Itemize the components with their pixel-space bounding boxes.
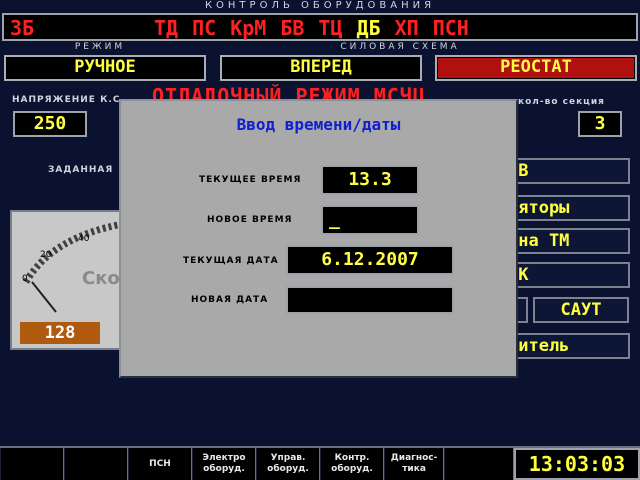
- gauge-title: Ско: [82, 268, 120, 289]
- bottom-spacer: [444, 448, 514, 480]
- bottom-bar: ПСН Электро оборуд. Управ. оборуд. Контр…: [0, 446, 640, 480]
- new-date-input[interactable]: [286, 286, 454, 314]
- indicator-list: ТД ПС КрМ БВ ТЦ ДБ ХП ПСН: [154, 16, 574, 40]
- bottom-button-psn[interactable]: ПСН: [128, 448, 192, 480]
- bottom-button-control[interactable]: Управ. оборуд.: [256, 448, 320, 480]
- speed-gauge: 0 20 40 Ско 128: [10, 210, 125, 350]
- indicator-hp: ХП: [394, 16, 419, 40]
- new-time-label: НОВОЕ ВРЕМЯ: [207, 215, 293, 225]
- current-date-value: 6.12.2007: [286, 245, 454, 275]
- system-clock: 13:03:03: [513, 448, 640, 480]
- indicator-psn: ПСН: [432, 16, 469, 40]
- side-button-driver[interactable]: дитель: [500, 333, 630, 359]
- sections-label: кол-во секция: [518, 97, 605, 107]
- bottom-button-diagnostics[interactable]: Диагнос- тика: [384, 448, 445, 480]
- dialog-title: Ввод времени/даты: [236, 115, 401, 134]
- current-date-label: ТЕКУЩАЯ ДАТА: [183, 256, 279, 266]
- mode-caption: РЕЖИМ: [74, 42, 126, 52]
- voltage-label: НАПРЯЖЕНИЕ К.С: [12, 95, 121, 105]
- side-button-pk[interactable]: ПК: [500, 262, 630, 288]
- gauge-readout: 128: [20, 322, 100, 344]
- bottom-button-electro[interactable]: Электро оборуд.: [192, 448, 256, 480]
- new-date-label: НОВАЯ ДАТА: [191, 295, 269, 305]
- status-code: ЗБ: [10, 16, 35, 40]
- datetime-dialog: Ввод времени/даты ТЕКУЩЕЕ ВРЕМЯ 13.3 НОВ…: [119, 99, 518, 378]
- power-scheme-caption: СИЛОВАЯ СХЕМА: [340, 42, 460, 52]
- side-button-tm[interactable]: ена ТМ: [500, 228, 630, 254]
- current-time-value: 13.3: [321, 165, 419, 195]
- direction-button[interactable]: ВПЕРЕД: [220, 55, 422, 81]
- gauge-tick-20: 20: [40, 250, 52, 260]
- bottom-button-1[interactable]: [0, 448, 64, 480]
- indicator-ps: ПС: [192, 16, 217, 40]
- bottom-button-monitor[interactable]: Контр. оборуд.: [320, 448, 384, 480]
- new-time-input[interactable]: _: [321, 205, 419, 235]
- mode-button[interactable]: РУЧНОЕ: [4, 55, 206, 81]
- voltage-value: 250: [13, 111, 87, 137]
- sections-value: 3: [578, 111, 622, 137]
- indicator-td: ТД: [154, 16, 179, 40]
- header-title: КОНТРОЛЬ ОБОРУДОВАНИЯ: [204, 0, 436, 11]
- indicator-db: ДБ: [356, 16, 381, 40]
- indicator-tc: ТЦ: [318, 16, 343, 40]
- current-time-label: ТЕКУЩЕЕ ВРЕМЯ: [199, 175, 302, 185]
- gauge-tick-0: 0: [22, 274, 28, 284]
- indicator-krm: КрМ: [230, 16, 267, 40]
- gauge-tick-40: 40: [78, 234, 90, 244]
- side-button-bv[interactable]: БВ: [500, 158, 630, 184]
- indicator-bv: БВ: [280, 16, 305, 40]
- side-button-regulators[interactable]: ляторы: [500, 195, 630, 221]
- gauge-dial: [22, 220, 123, 313]
- set-label: ЗАДАННАЯ: [48, 165, 114, 175]
- rheostat-button[interactable]: РЕОСТАТ: [435, 55, 637, 81]
- indicator-bar: ЗБ ТД ПС КрМ БВ ТЦ ДБ ХП ПСН: [2, 13, 638, 41]
- side-button-saut[interactable]: САУТ: [533, 297, 629, 323]
- bottom-button-2[interactable]: [64, 448, 128, 480]
